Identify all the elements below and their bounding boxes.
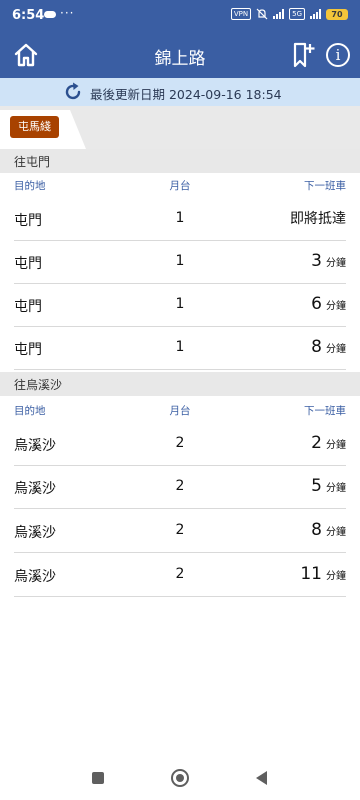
app-root: 6:54 ··· VPN 5G 70 錦上路 i 最後更新日期 2024-09-…: [0, 0, 360, 800]
section-header-wu-kai-sha: 往烏溪沙: [0, 372, 360, 396]
column-next-train: 下一班車: [304, 180, 346, 192]
minutes-value: 2: [311, 433, 322, 453]
column-header: 目的地 月台 下一班車: [0, 173, 360, 195]
minutes-value: 5: [311, 476, 322, 496]
row-next-train: 8 分鐘: [311, 520, 346, 540]
row-next-train: 即將抵達: [290, 208, 346, 228]
table-row: 屯門 1 即將抵達: [14, 198, 346, 241]
status-icons: VPN 5G 70: [230, 8, 348, 20]
row-platform: 2: [175, 522, 185, 538]
minutes-unit: 分鐘: [326, 301, 346, 312]
cloud-icon: [44, 11, 56, 18]
row-platform: 2: [175, 566, 185, 582]
minutes-unit: 分鐘: [326, 344, 346, 355]
section-title: 往屯門: [14, 155, 51, 169]
line-tabs: 屯馬綫: [0, 106, 360, 149]
status-overflow: ···: [60, 6, 75, 20]
minutes-unit: 分鐘: [326, 483, 346, 494]
section-header-tuen-mun: 往屯門: [0, 149, 360, 173]
table-row: 屯門 1 3 分鐘: [14, 241, 346, 284]
table-row: 烏溪沙 2 2 分鐘: [14, 423, 346, 466]
system-nav-bar: [0, 758, 360, 800]
row-platform: 2: [175, 478, 185, 494]
bookmark-add-button[interactable]: [290, 41, 316, 69]
minutes-value: 11: [300, 564, 322, 584]
minutes-unit: 分鐘: [326, 258, 346, 269]
table-row: 烏溪沙 2 8 分鐘: [14, 510, 346, 553]
section-title: 往烏溪沙: [14, 378, 63, 392]
status-time: 6:54: [12, 8, 45, 23]
row-next-train: 8 分鐘: [311, 337, 346, 357]
minutes-unit: 分鐘: [326, 527, 346, 538]
row-next-train: 6 分鐘: [311, 294, 346, 314]
mute-icon: [256, 8, 268, 20]
minutes-unit: 分鐘: [326, 440, 346, 451]
arriving-text: 即將抵達: [290, 211, 346, 227]
vpn-icon: VPN: [230, 8, 252, 20]
row-next-train: 11 分鐘: [300, 564, 346, 584]
table-row: 屯門 1 6 分鐘: [14, 284, 346, 327]
bookmark-add-icon: [293, 42, 315, 68]
recents-button[interactable]: [92, 772, 104, 784]
line-badge[interactable]: 屯馬綫: [10, 116, 59, 138]
row-next-train: 5 分鐘: [311, 476, 346, 496]
minutes-value: 3: [311, 251, 322, 271]
table-row: 烏溪沙 2 5 分鐘: [14, 466, 346, 509]
last-updated-text: 最後更新日期 2024-09-16 18:54: [90, 87, 282, 102]
row-next-train: 2 分鐘: [311, 433, 346, 453]
row-platform: 1: [175, 296, 185, 312]
app-header: 錦上路 i: [0, 32, 360, 78]
minutes-value: 8: [311, 520, 322, 540]
minutes-value: 8: [311, 337, 322, 357]
table-row: 屯門 1 8 分鐘: [14, 327, 346, 370]
info-button[interactable]: i: [326, 43, 350, 67]
row-next-train: 3 分鐘: [311, 251, 346, 271]
signal-icon: [273, 9, 285, 19]
back-button[interactable]: [256, 771, 267, 785]
status-bar: 6:54 ··· VPN 5G 70: [0, 0, 360, 32]
row-platform: 2: [175, 435, 185, 451]
column-header: 目的地 月台 下一班車: [0, 398, 360, 420]
refresh-icon[interactable]: [62, 81, 84, 103]
signal-icon-2: [310, 9, 321, 19]
row-platform: 1: [175, 253, 185, 269]
refresh-bar[interactable]: 最後更新日期 2024-09-16 18:54: [0, 78, 360, 106]
minutes-value: 6: [311, 294, 322, 314]
table-row: 烏溪沙 2 11 分鐘: [14, 554, 346, 597]
home-nav-button[interactable]: [171, 769, 189, 787]
minutes-unit: 分鐘: [326, 571, 346, 582]
column-next-train: 下一班車: [304, 405, 346, 417]
battery-icon: 70: [326, 8, 348, 20]
row-platform: 1: [175, 339, 185, 355]
network-icon: 5G: [289, 8, 305, 20]
